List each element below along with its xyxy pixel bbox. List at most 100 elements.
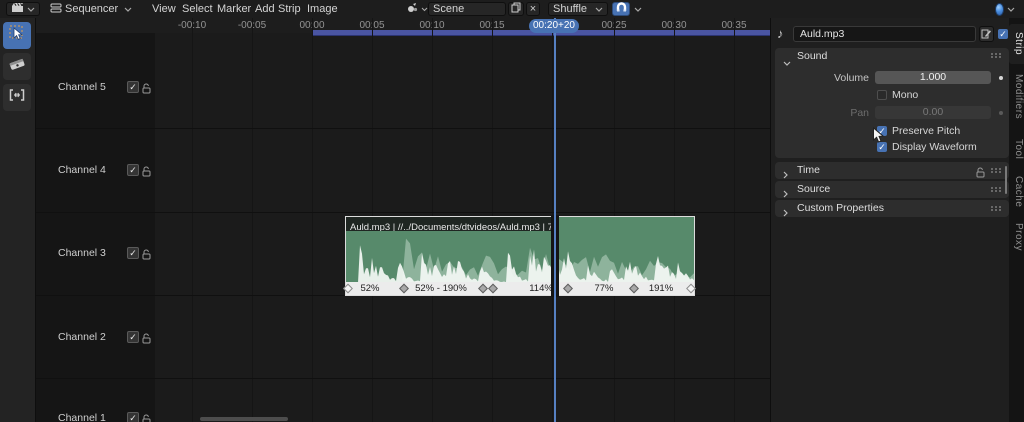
tab-cache[interactable]: Cache [1009,170,1024,214]
channel-label: Channel 4 [58,164,106,176]
channel-unlock-icon[interactable] [141,81,152,99]
sound-panel: Sound Volume 1.000 Mono Pan 0.00 ✓ Prese… [775,48,1009,158]
chevron-down-icon [595,7,603,12]
channel-label: Channel 5 [58,81,106,93]
retiming-speed-label: 52% [360,283,379,294]
channel-row: Channel 1 ✓ [35,411,155,422]
mono-checkbox[interactable] [877,90,887,100]
channel-visibility-checkbox[interactable]: ✓ [127,412,139,422]
editor-selector-dropdown[interactable]: Sequencer [45,2,137,16]
blade-icon [8,56,26,77]
channel-unlock-icon[interactable] [141,412,152,422]
chevron-down-icon[interactable] [783,53,791,71]
editor-type-button[interactable] [6,2,40,16]
scene-browse-button[interactable] [402,2,424,16]
channel-row: Channel 3 ✓ [35,246,155,260]
custom-properties-panel[interactable]: Custom Properties [775,200,1009,217]
horizontal-scrollbar[interactable] [200,417,288,421]
current-frame-badge[interactable]: 00:20+20 [529,19,579,33]
pan-field[interactable]: 0.00 [875,106,991,119]
strip-enabled-checkbox[interactable]: ✓ [998,29,1008,39]
slip-brackets-icon [8,88,26,107]
retiming-speed-label: 77% [594,283,613,294]
sidebar-tab-column: Strip Modifiers Tool Cache Proxy [1009,18,1024,422]
channel-label: Channel 1 [58,412,106,422]
chevron-right-icon [783,204,788,222]
retiming-key-diamond[interactable] [629,284,639,294]
channel-unlock-icon[interactable] [141,331,152,349]
source-panel[interactable]: Source [775,181,1009,198]
overlay-sphere-button[interactable] [990,2,1020,16]
strip-title-text: Auld.mp3 | //../Documents/dtvideos/Auld.… [346,221,554,231]
strip-name-field[interactable]: Auld.mp3 [793,26,976,42]
snap-toggle-button[interactable] [612,2,630,16]
time-panel[interactable]: Time [775,162,1009,179]
new-scene-button[interactable] [508,2,524,16]
pan-keyframe-dot[interactable] [999,111,1003,115]
tool-column [0,18,36,422]
panel-grip-icon[interactable] [991,168,993,170]
channel-visibility-checkbox[interactable]: ✓ [127,81,139,93]
editor-selector-label: Sequencer [65,3,118,15]
channel-row: Channel 5 ✓ [35,80,155,94]
unlink-scene-button[interactable]: × [526,2,540,16]
channel-row: Channel 2 ✓ [35,330,155,344]
blue-sphere-icon [995,3,1004,16]
chevron-down-icon [27,7,35,12]
close-icon: × [530,3,536,15]
tab-tool[interactable]: Tool [1009,130,1024,168]
select-tool-button[interactable] [3,22,31,49]
panel-grip-icon[interactable] [991,206,993,208]
sound-panel-title[interactable]: Sound [797,50,827,62]
scene-name-field[interactable]: Scene [428,2,506,16]
retiming-speed-label: 52% - 190% [415,283,467,294]
mono-label: Mono [892,89,918,101]
blade-tool-button[interactable] [3,53,31,80]
chevron-down-icon [421,7,428,12]
playhead-line[interactable] [554,18,556,422]
sidebar-region: ♪ Auld.mp3 ✓ Sound Volume 1.000 Mono Pan… [770,18,1010,422]
channel-unlock-icon[interactable] [141,164,152,182]
retiming-speed-label: 191% [649,283,673,294]
audio-waveform [346,231,694,283]
panel-grip-icon[interactable] [991,53,993,55]
channel-visibility-checkbox[interactable]: ✓ [127,164,139,176]
retiming-key-diamond[interactable] [488,284,498,294]
retiming-key-diamond[interactable] [343,284,353,294]
volume-keyframe-dot[interactable] [999,76,1003,80]
snap-options-chevron[interactable] [632,2,644,16]
channel-visibility-checkbox[interactable]: ✓ [127,247,139,259]
edit-name-button[interactable] [979,26,994,42]
channel-label: Channel 2 [58,331,106,343]
pan-label: Pan [779,107,869,119]
channel-unlock-icon[interactable] [141,247,152,265]
volume-field[interactable]: 1.000 [875,71,991,84]
duplicate-icon [511,2,521,16]
scene-icon [407,2,418,16]
source-panel-title: Source [797,183,830,195]
channel-visibility-checkbox[interactable]: ✓ [127,331,139,343]
chevron-down-icon [634,7,642,12]
audio-strip[interactable]: Auld.mp3 | //../Documents/dtvideos/Auld.… [345,216,695,296]
channel-selector-dropdown[interactable]: Shuffle [548,2,608,16]
mouse-cursor [872,127,886,144]
scene-name-value: Scene [433,3,464,15]
retiming-bar[interactable]: 52% 52% - 190% 114% 77% 191% [346,282,694,295]
time-panel-title: Time [797,164,820,176]
tab-strip[interactable]: Strip [1009,24,1024,64]
retiming-speed-label: 114% [529,283,553,294]
sidebar-scrollbar[interactable] [1005,166,1007,194]
magnet-icon [616,2,627,16]
retiming-key-diamond[interactable] [478,284,488,294]
strip-title-bar: Auld.mp3 | //../Documents/dtvideos/Auld.… [346,217,554,231]
menu-image[interactable]: Image [301,0,344,18]
volume-label: Volume [779,72,869,84]
tab-proxy[interactable]: Proxy [1009,216,1024,258]
panel-grip-icon[interactable] [991,187,993,189]
slip-tool-button[interactable] [3,84,31,111]
preserve-pitch-label: Preserve Pitch [892,125,960,137]
retiming-key-diamond[interactable] [399,284,409,294]
retiming-key-diamond[interactable] [686,284,696,294]
tab-modifiers[interactable]: Modifiers [1009,66,1024,128]
retiming-key-diamond[interactable] [563,284,573,294]
